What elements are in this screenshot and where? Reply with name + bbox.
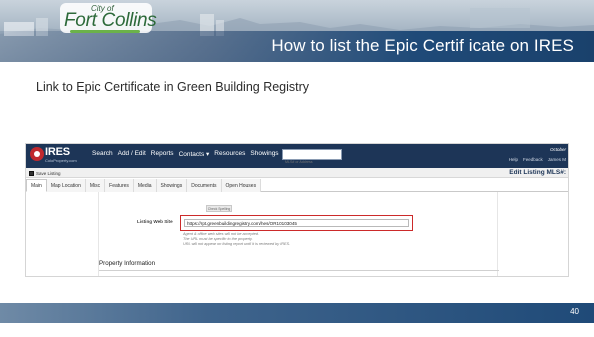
feedback-link[interactable]: Feedback (523, 157, 543, 162)
header-banner: City of Fort Collins How to list the Epi… (0, 0, 594, 62)
tab-showings[interactable]: Showings (156, 179, 188, 192)
nav-item-add-edit[interactable]: Add / Edit (118, 150, 146, 158)
logo-swoosh (70, 30, 140, 33)
tab-documents[interactable]: Documents (187, 179, 222, 192)
web-site-notes: Agent & office web sites will not be acc… (183, 232, 403, 247)
highlight-box (180, 215, 413, 231)
tab-media[interactable]: Media (133, 179, 157, 192)
listing-tabs: Main Map Location Misc Features Media Sh… (26, 179, 568, 192)
slide-subtitle: Link to Epic Certificate in Green Buildi… (36, 80, 310, 94)
listing-web-site-label: Listing Web Site (137, 219, 173, 224)
ires-top-nav: IRES ColoProperty.com Search Add / Edit … (26, 144, 568, 168)
footer-bar: 40 (0, 303, 594, 323)
note-line: URL will not appear on listing report un… (183, 242, 291, 246)
ires-logo-text[interactable]: IRES (45, 146, 70, 158)
nav-item-showings[interactable]: Showings (250, 150, 278, 158)
save-listing-button[interactable]: Save Listing (29, 169, 61, 177)
ires-logo-subtext: ColoProperty.com (45, 158, 77, 163)
ires-logo-icon[interactable] (30, 147, 44, 161)
action-bar: Save Listing Edit Listing MLS#: (26, 168, 568, 178)
logo-name-text: Fort Collins (64, 10, 157, 31)
listing-web-site-input[interactable] (184, 219, 409, 227)
edit-listing-title: Edit Listing MLS#: (509, 169, 566, 176)
month-label: October (549, 147, 566, 152)
tab-main[interactable]: Main (26, 179, 47, 192)
save-listing-label: Save Listing (36, 170, 61, 176)
slide-title: How to list the Epic Certif icate on IRE… (271, 36, 574, 55)
mls-search-box[interactable] (282, 149, 342, 167)
section-divider (99, 270, 499, 271)
tab-misc[interactable]: Misc (85, 179, 106, 192)
tab-map-location[interactable]: Map Location (46, 179, 86, 192)
user-link[interactable]: James M (548, 157, 566, 162)
nav-item-search[interactable]: Search (92, 150, 113, 158)
tab-features[interactable]: Features (105, 179, 134, 192)
utility-links: Help Feedback James M (509, 157, 566, 162)
mls-search-input[interactable] (283, 157, 341, 167)
ires-nav-menu: Search Add / Edit Reports Contacts ▾ Res… (92, 150, 279, 158)
main-tab-content: Check Spelling Listing Web Site Agent & … (98, 192, 499, 276)
page-number: 40 (570, 307, 579, 316)
ires-screenshot: IRES ColoProperty.com Search Add / Edit … (25, 143, 569, 277)
nav-item-resources[interactable]: Resources (214, 150, 245, 158)
property-information-heading: Property Information (99, 260, 156, 267)
help-link[interactable]: Help (509, 157, 518, 162)
nav-item-contacts[interactable]: Contacts ▾ (179, 150, 210, 158)
check-spelling-button[interactable]: Check Spelling (206, 205, 232, 212)
tab-open-houses[interactable]: Open Houses (221, 179, 262, 192)
nav-item-reports[interactable]: Reports (151, 150, 174, 158)
save-icon (29, 170, 34, 176)
